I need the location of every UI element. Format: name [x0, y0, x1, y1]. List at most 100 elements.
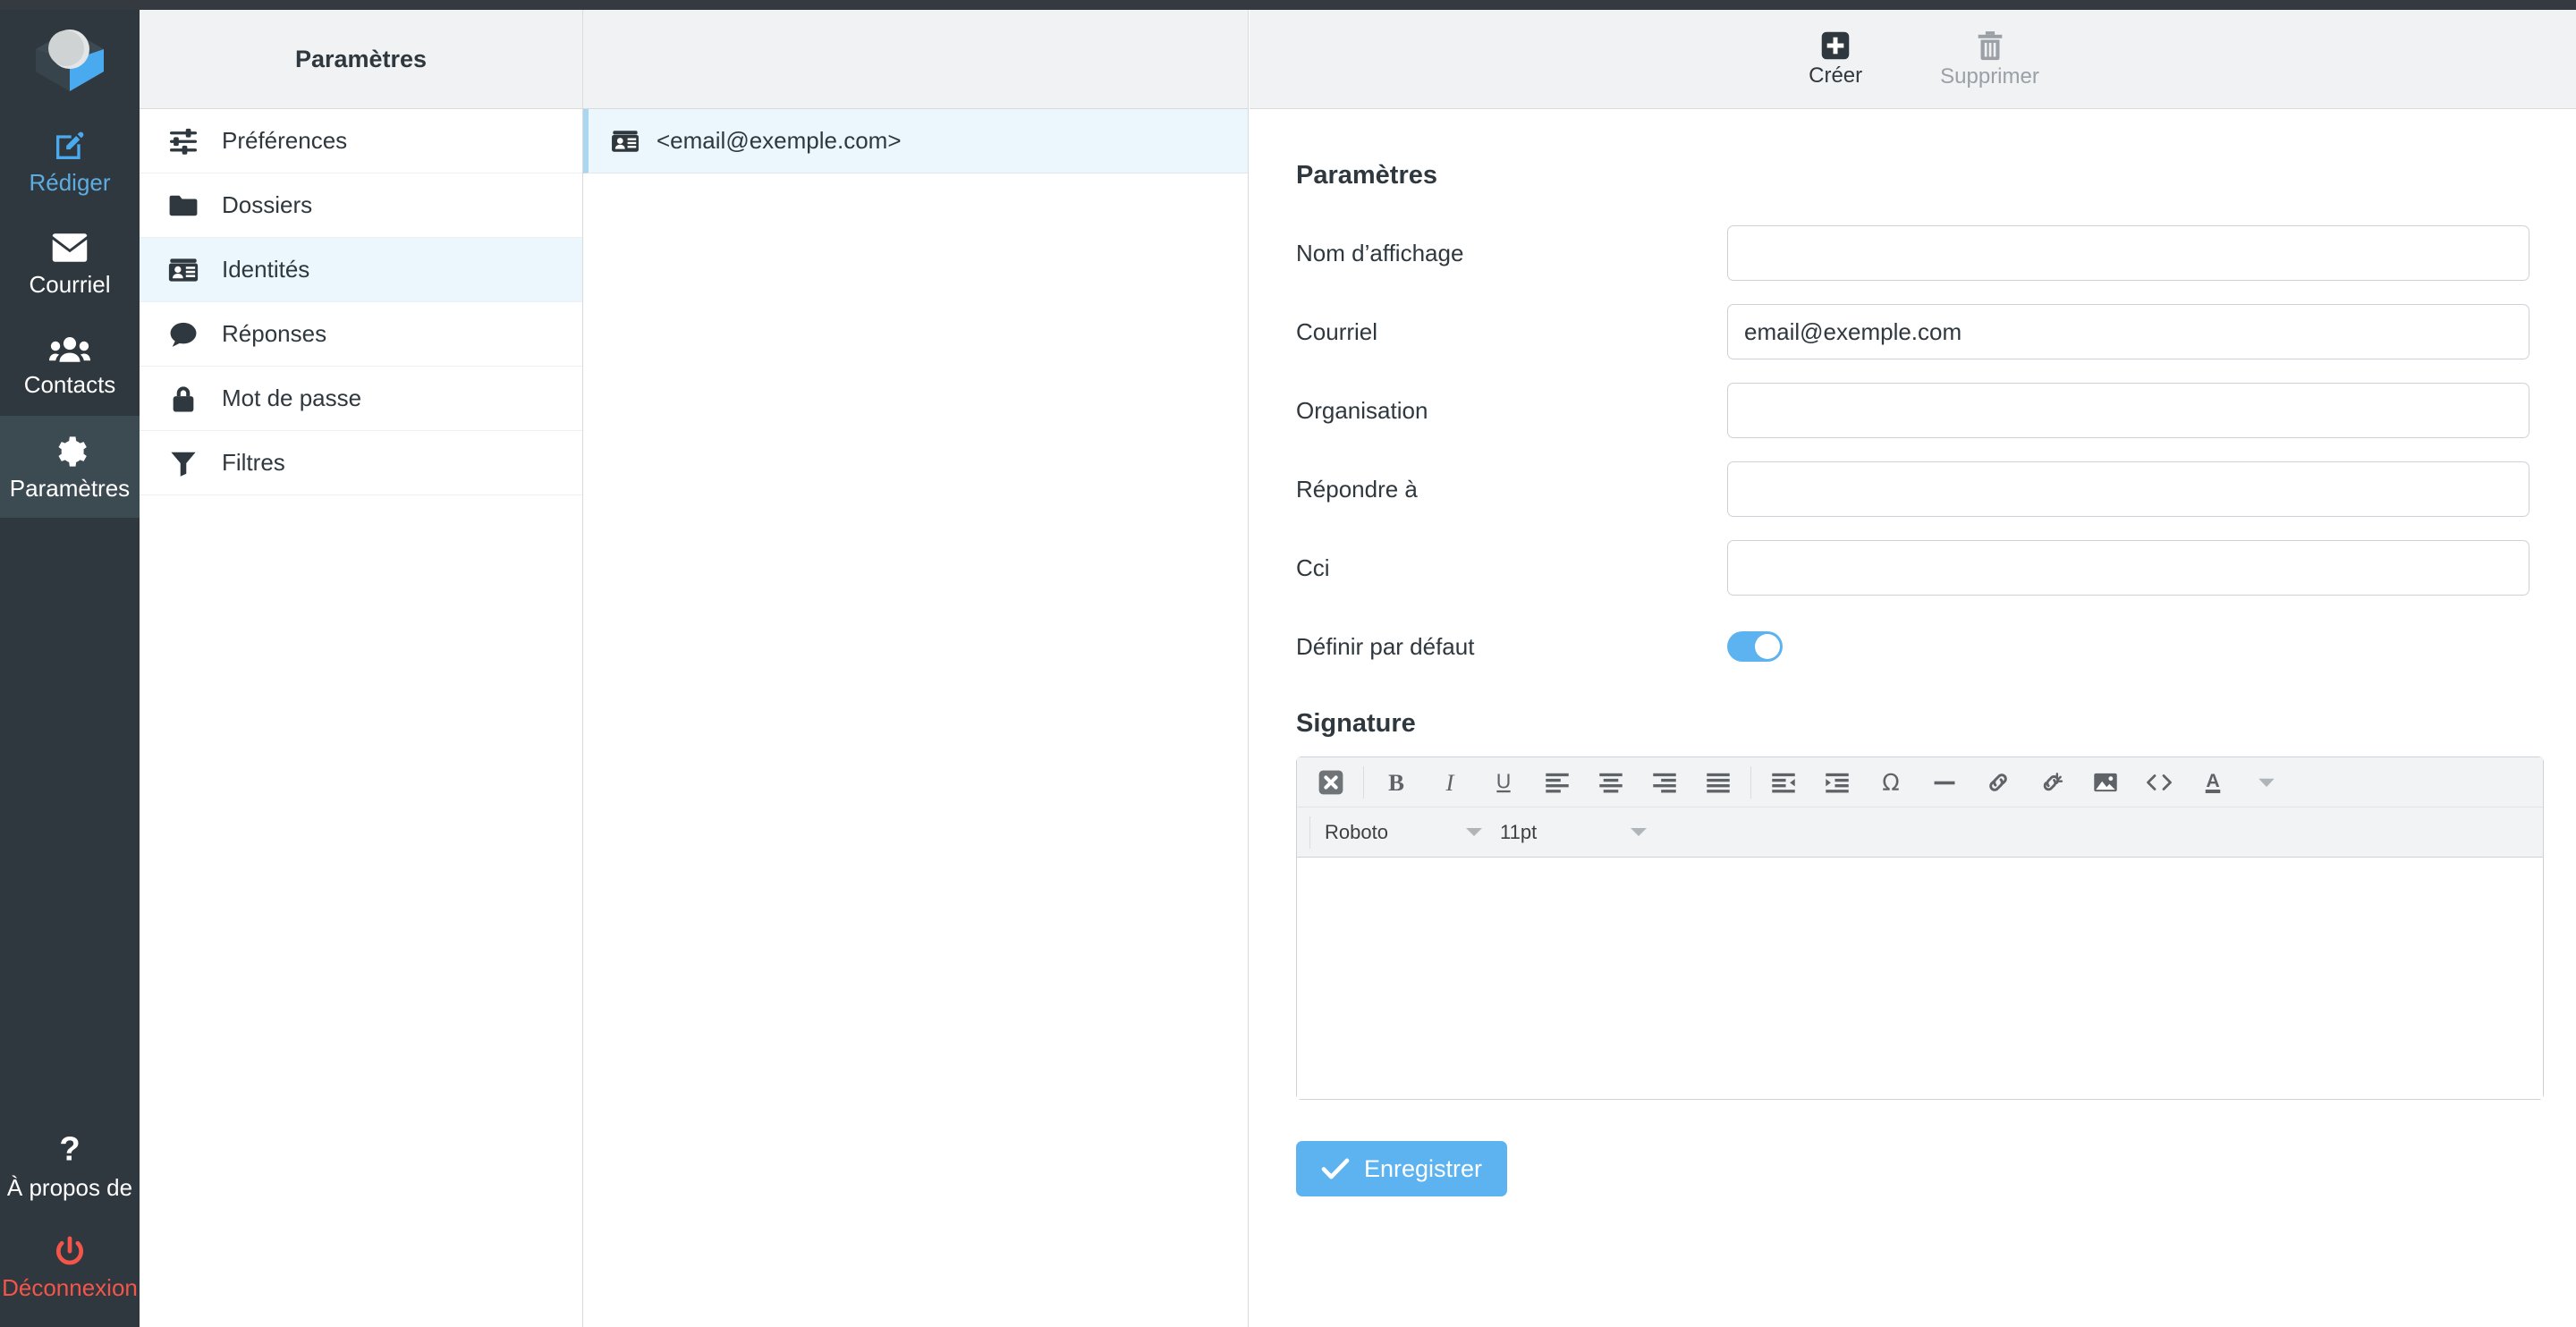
italic-icon[interactable]: I	[1430, 765, 1470, 800]
envelope-icon	[52, 233, 88, 262]
font-family-value: Roboto	[1325, 820, 1388, 843]
rail-item-settings[interactable]: Paramètres	[0, 416, 140, 518]
rail-item-compose[interactable]: Rédiger	[0, 110, 140, 212]
save-button[interactable]: Enregistrer	[1296, 1141, 1508, 1196]
reply-to-input[interactable]	[1727, 461, 2529, 517]
power-icon	[56, 1236, 83, 1265]
pane-body: Paramètres Nom d’affichage Courriel Orga…	[1250, 109, 2576, 1196]
align-justify-icon[interactable]	[1699, 765, 1738, 800]
sidebar-item-password-label: Mot de passe	[222, 385, 362, 411]
settings-column-header: Paramètres	[140, 10, 582, 109]
display-name-input[interactable]	[1727, 225, 2529, 281]
rail-item-compose-label: Rédiger	[29, 169, 111, 196]
app-rail: Rédiger Courriel Contacts Paramètres ? À…	[0, 10, 140, 1327]
organisation-input[interactable]	[1727, 383, 2529, 438]
svg-text:I: I	[1445, 770, 1455, 795]
display-name-label: Nom d’affichage	[1296, 239, 1464, 266]
svg-text:U: U	[1496, 770, 1512, 792]
contacts-people-icon	[49, 337, 90, 362]
roundcube-settings-page: Rédiger Courriel Contacts Paramètres ? À…	[0, 0, 2576, 1327]
source-clear-icon[interactable]	[1311, 765, 1351, 800]
delete-button[interactable]: Supprimer	[1940, 30, 2039, 88]
field-row-display-name: Nom d’affichage	[1296, 214, 2529, 292]
top-strip	[0, 0, 2576, 10]
set-default-label: Définir par défaut	[1296, 632, 1475, 660]
sidebar-item-folders[interactable]: Dossiers	[140, 173, 582, 238]
bcc-input[interactable]	[1727, 540, 2529, 596]
text-color-icon[interactable]: A	[2193, 765, 2233, 800]
field-row-email: Courriel	[1296, 292, 2529, 371]
rail-item-mail[interactable]: Courriel	[0, 212, 140, 314]
horizontal-rule-icon[interactable]	[1925, 765, 1964, 800]
settings-column: Paramètres Préférences Dossiers Identité…	[140, 10, 583, 1327]
indent-icon[interactable]	[1818, 765, 1857, 800]
rail-item-settings-label: Paramètres	[9, 475, 131, 502]
field-row-bcc: Cci	[1296, 528, 2529, 607]
question-mark-icon: ?	[59, 1131, 80, 1168]
signature-editor: B I U Ω A Roboto 11pt	[1296, 756, 2544, 1100]
organisation-label: Organisation	[1296, 396, 1428, 424]
field-row-organisation: Organisation	[1296, 371, 2529, 450]
email-label: Courriel	[1296, 317, 1378, 345]
identity-detail-pane: Créer Supprimer Paramètres Nom d’afficha…	[1250, 10, 2576, 1327]
align-left-icon[interactable]	[1538, 765, 1577, 800]
create-button[interactable]: Créer	[1786, 31, 1885, 87]
rail-item-about-label: À propos de	[6, 1174, 133, 1201]
field-row-reply-to: Répondre à	[1296, 450, 2529, 528]
special-character-icon[interactable]: Ω	[1871, 765, 1911, 800]
editor-toolbar-row-1: B I U Ω A	[1297, 757, 2543, 807]
svg-text:?: ?	[59, 1131, 80, 1168]
list-item[interactable]: <email@exemple.com>	[583, 109, 1248, 173]
align-right-icon[interactable]	[1645, 765, 1684, 800]
toolbar-separator	[1750, 765, 1751, 799]
sidebar-item-filters-label: Filtres	[222, 449, 285, 476]
set-default-toggle[interactable]	[1727, 631, 1783, 662]
check-icon	[1321, 1158, 1350, 1179]
email-field[interactable]	[1727, 304, 2529, 359]
id-card-icon	[166, 258, 200, 283]
sidebar-item-password[interactable]: Mot de passe	[140, 367, 582, 431]
underline-icon[interactable]: U	[1484, 765, 1523, 800]
sidebar-item-preferences[interactable]: Préférences	[140, 109, 582, 173]
delete-button-label: Supprimer	[1940, 64, 2039, 89]
id-card-icon	[608, 130, 642, 153]
link-icon[interactable]	[1979, 765, 2018, 800]
sidebar-item-responses[interactable]: Réponses	[140, 302, 582, 367]
bold-icon[interactable]: B	[1377, 765, 1416, 800]
sidebar-item-filters[interactable]: Filtres	[140, 431, 582, 495]
rail-item-about[interactable]: ? À propos de	[0, 1114, 140, 1216]
align-center-icon[interactable]	[1591, 765, 1631, 800]
sidebar-item-responses-label: Réponses	[222, 320, 327, 347]
outdent-icon[interactable]	[1764, 765, 1803, 800]
text-color-dropdown-icon[interactable]	[2247, 765, 2286, 800]
reply-to-label: Répondre à	[1296, 475, 1418, 503]
signature-editor-area[interactable]	[1297, 858, 2543, 1099]
save-button-label: Enregistrer	[1364, 1154, 1483, 1182]
font-family-select[interactable]: Roboto	[1316, 815, 1491, 850]
font-size-select[interactable]: 11pt	[1491, 815, 1656, 850]
signature-title: Signature	[1296, 709, 1416, 738]
rail-item-contacts[interactable]: Contacts	[0, 314, 140, 416]
settings-column-title: Paramètres	[294, 45, 428, 72]
sidebar-item-folders-label: Dossiers	[222, 191, 313, 218]
rail-item-logout-label: Déconnexion	[2, 1274, 138, 1301]
source-code-icon[interactable]	[2140, 765, 2179, 800]
image-icon[interactable]	[2086, 765, 2125, 800]
rail-item-mail-label: Courriel	[29, 271, 111, 298]
folder-icon	[166, 193, 200, 218]
unlink-icon[interactable]	[2032, 765, 2072, 800]
app-logo[interactable]	[0, 10, 140, 110]
identity-email-label: <email@exemple.com>	[657, 127, 902, 154]
rail-bottom-group: ? À propos de Déconnexion	[0, 1114, 140, 1327]
svg-text:A: A	[2206, 770, 2219, 791]
sidebar-item-preferences-label: Préférences	[222, 127, 348, 154]
chevron-down-icon	[1631, 828, 1647, 836]
page-title: Paramètres	[1296, 161, 1437, 190]
bcc-label: Cci	[1296, 554, 1330, 581]
sidebar-item-identities[interactable]: Identités	[140, 238, 582, 302]
rail-item-logout[interactable]: Déconnexion	[0, 1216, 140, 1318]
font-size-value: 11pt	[1500, 820, 1538, 843]
speech-bubble-icon	[166, 321, 200, 348]
funnel-icon	[166, 450, 200, 477]
editor-toolbar-row-2: Roboto 11pt	[1297, 807, 2543, 858]
